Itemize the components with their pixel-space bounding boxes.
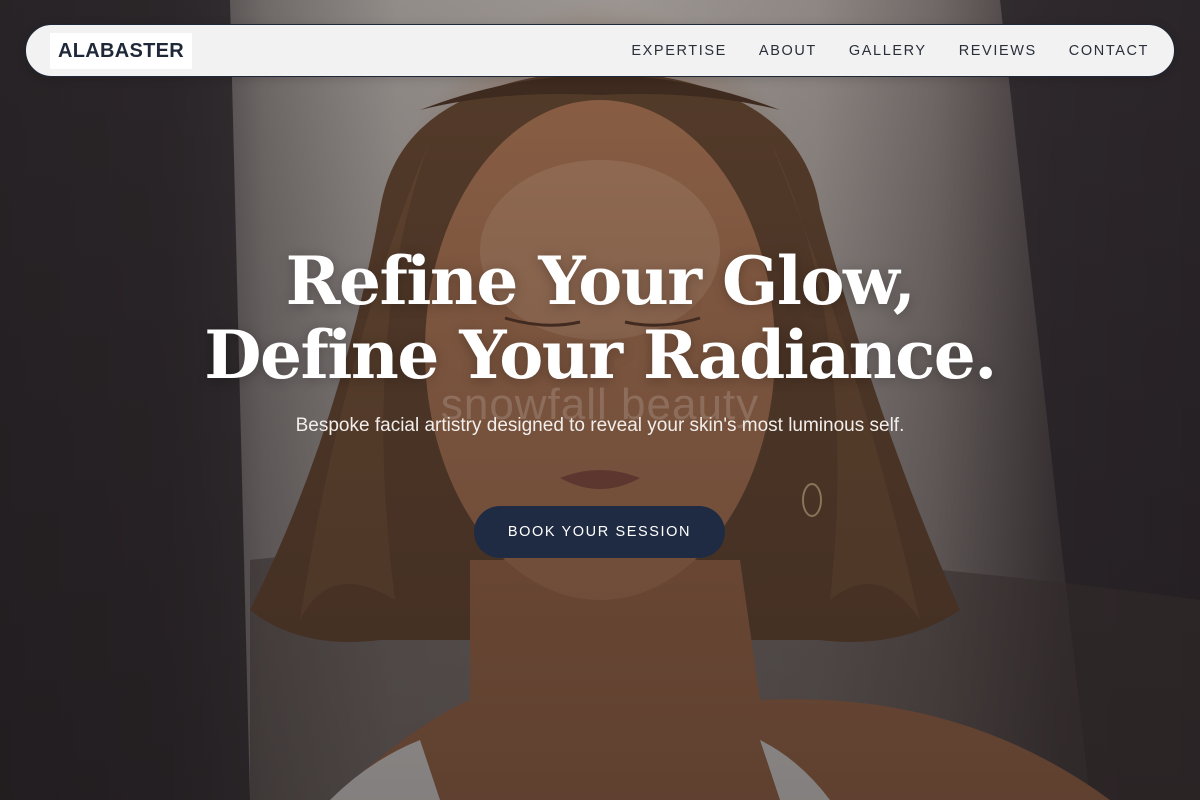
hero-headline: Refine Your Glow, Define Your Radiance. xyxy=(0,244,1200,392)
logo-text: ALABASTER xyxy=(57,39,185,62)
nav-links: EXPERTISE ABOUT GALLERY REVIEWS CONTACT xyxy=(599,25,1149,76)
logo[interactable]: ALABASTER xyxy=(50,33,192,69)
nav-link-expertise[interactable]: EXPERTISE xyxy=(631,43,727,59)
nav-link-reviews[interactable]: REVIEWS xyxy=(959,43,1037,59)
nav-link-about[interactable]: ABOUT xyxy=(759,43,817,59)
nav-link-contact[interactable]: CONTACT xyxy=(1069,43,1149,59)
top-navigation: ALABASTER EXPERTISE ABOUT GALLERY REVIEW… xyxy=(25,24,1175,77)
nav-link-gallery[interactable]: GALLERY xyxy=(849,43,927,59)
hero-headline-line-1: Refine Your Glow, xyxy=(285,242,916,320)
hero-subheadline: Bespoke facial artistry designed to reve… xyxy=(295,415,905,436)
book-session-button[interactable]: BOOK YOUR SESSION xyxy=(474,506,725,558)
